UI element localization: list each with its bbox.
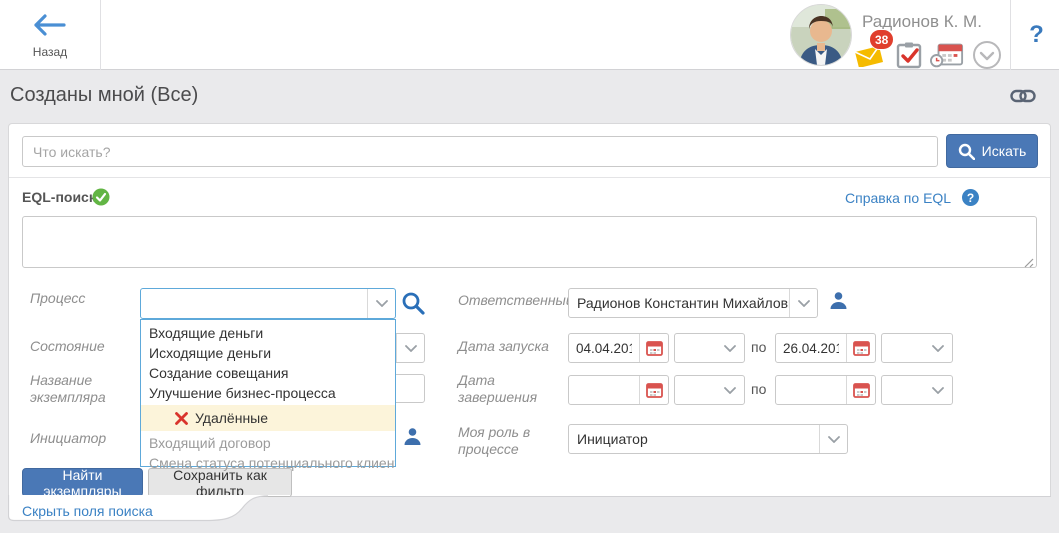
dropdown-item-deleted[interactable]: Удалённые: [141, 405, 395, 431]
start-date-separator: по: [751, 339, 766, 355]
end-date-to-input[interactable]: [776, 376, 846, 404]
process-label: Процесс: [30, 290, 134, 307]
chevron-down-icon[interactable]: [819, 425, 847, 453]
help-button[interactable]: ?: [1014, 0, 1059, 70]
tasks-clipboard-icon[interactable]: [892, 40, 926, 70]
end-date-to-group: [775, 375, 876, 405]
dropdown-item[interactable]: Улучшение бизнес-процесса: [141, 383, 395, 403]
end-date-label: Дата завершения: [458, 372, 562, 406]
state-label: Состояние: [30, 338, 134, 355]
dropdown-item[interactable]: Создание совещания: [141, 363, 395, 383]
dropdown-item[interactable]: Входящий договор: [141, 433, 395, 453]
eql-search-label: EQL-поиск: [22, 189, 96, 205]
responsible-select-value: Радионов Константин Михайлович (Ди: [569, 289, 789, 317]
process-select-value: [141, 289, 367, 318]
dropdown-item-label: Удалённые: [195, 405, 268, 431]
panel-bottom-border: [286, 496, 1051, 497]
eql-help-icon[interactable]: ?: [962, 189, 979, 206]
start-time-from-value: [675, 334, 716, 362]
initiator-label: Инициатор: [30, 430, 134, 447]
start-time-to-select[interactable]: [881, 333, 953, 363]
instance-name-label: Название экземпляра: [30, 372, 134, 406]
start-date-to-input[interactable]: [776, 334, 846, 362]
chevron-down-icon[interactable]: [924, 334, 952, 362]
my-role-select-value: Инициатор: [569, 425, 819, 453]
search-button[interactable]: Искать: [946, 134, 1038, 168]
dropdown-item[interactable]: Исходящие деньги: [141, 343, 395, 363]
process-search-icon[interactable]: [401, 291, 426, 321]
end-date-from-input[interactable]: [569, 376, 639, 404]
start-date-from-input[interactable]: [569, 334, 639, 362]
back-button[interactable]: Назад: [18, 8, 82, 64]
chevron-down-icon[interactable]: [716, 334, 744, 362]
eql-valid-check-icon: [92, 188, 110, 211]
chevron-down-icon[interactable]: [716, 376, 744, 404]
end-time-from-select[interactable]: [674, 375, 745, 405]
responsible-select[interactable]: Радионов Константин Михайлович (Ди: [568, 288, 818, 318]
header-divider: [100, 0, 101, 70]
end-date-from-group: [568, 375, 669, 405]
process-select[interactable]: [140, 288, 396, 319]
chevron-down-icon[interactable]: [367, 289, 395, 318]
dropdown-item[interactable]: Смена статуса потенциального клиента: [141, 453, 395, 473]
calendar-clock-icon[interactable]: [930, 40, 964, 70]
chevron-down-icon[interactable]: [924, 376, 952, 404]
responsible-label: Ответственный: [458, 292, 562, 309]
search-input[interactable]: [22, 136, 938, 167]
eql-query-textarea[interactable]: [22, 216, 1037, 268]
end-date-separator: по: [751, 381, 766, 397]
start-date-to-group: [775, 333, 876, 363]
my-role-select[interactable]: Инициатор: [568, 424, 848, 454]
search-icon: [958, 143, 975, 160]
page-title: Созданы мной (Все): [10, 84, 198, 107]
start-date-from-group: [568, 333, 669, 363]
end-time-to-value: [882, 376, 924, 404]
end-time-to-select[interactable]: [881, 375, 953, 405]
end-time-from-value: [675, 376, 716, 404]
back-label: Назад: [33, 45, 67, 59]
start-time-to-value: [882, 334, 924, 362]
link-icon[interactable]: [1010, 88, 1036, 109]
remove-x-icon: [175, 412, 188, 425]
initiator-person-icon[interactable]: [402, 426, 423, 452]
chevron-down-icon[interactable]: [396, 334, 424, 362]
eql-help-link[interactable]: Справка по EQL: [845, 190, 951, 206]
my-role-label: Моя роль в процессе: [458, 424, 562, 458]
back-arrow-icon: [34, 14, 66, 41]
process-dropdown-list: Входящие деньги Исходящие деньги Создани…: [140, 319, 396, 467]
calendar-icon[interactable]: [846, 334, 875, 362]
calendar-icon[interactable]: [639, 334, 668, 362]
app-window: Назад Радионов К. М. 38: [0, 0, 1059, 533]
avatar[interactable]: [790, 4, 852, 66]
mail-badge: 38: [869, 29, 894, 50]
section-divider: [9, 177, 1050, 178]
chevron-down-icon[interactable]: [789, 289, 817, 317]
start-date-label: Дата запуска: [458, 338, 562, 355]
calendar-icon[interactable]: [846, 376, 875, 404]
calendar-icon[interactable]: [639, 376, 668, 404]
start-time-from-select[interactable]: [674, 333, 745, 363]
search-button-label: Искать: [982, 143, 1027, 159]
dropdown-item[interactable]: Входящие деньги: [141, 323, 395, 343]
top-header: Назад Радионов К. М. 38: [0, 0, 1059, 70]
more-chevron-circle-icon[interactable]: [970, 40, 1004, 70]
find-instances-button[interactable]: Найти экземпляры: [22, 468, 143, 497]
responsible-person-icon[interactable]: [828, 290, 849, 316]
header-divider-right: [1010, 0, 1011, 70]
hide-search-fields-link[interactable]: Скрыть поля поиска: [22, 503, 153, 519]
